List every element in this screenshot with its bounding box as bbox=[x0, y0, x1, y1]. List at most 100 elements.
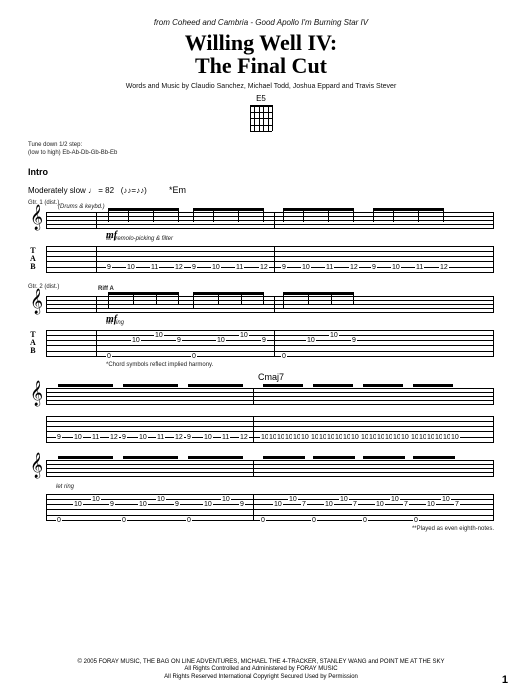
fret: 12 bbox=[174, 264, 184, 271]
page-title: Willing Well IV: The Final Cut bbox=[28, 31, 494, 77]
fret: 12 bbox=[109, 434, 119, 441]
tuning-info: Tune down 1/2 step: (low to high) Eb-Ab-… bbox=[28, 142, 494, 158]
source-artist: Coheed and Cambria bbox=[172, 18, 248, 27]
fret: 10 bbox=[300, 434, 310, 441]
notation-staff-gtr1: (Drums & keybd.) 𝄞 mf bbox=[28, 206, 494, 236]
notation-staff-gtr2-2: 𝄞 bbox=[28, 454, 494, 484]
treble-clef-icon: 𝄞 bbox=[30, 206, 43, 228]
copyright-line-2: All Rights Controlled and Administered b… bbox=[28, 666, 494, 674]
staff-system-1-gtr2: Gtr. 2 (dist.) Riff A 𝄞 mf let ring TAB bbox=[28, 284, 494, 368]
title-line-1: Willing Well IV: bbox=[185, 30, 337, 55]
fret: 10 bbox=[73, 434, 83, 441]
chord-diagram bbox=[250, 105, 272, 131]
fret: 10 bbox=[138, 501, 148, 508]
fret: 10 bbox=[239, 332, 249, 339]
intro-header: Intro Moderately slow ♩ = 82 (♪♪=♪♪) *Em bbox=[28, 162, 494, 198]
fret: 7 bbox=[352, 501, 358, 508]
fret: 10 bbox=[339, 496, 349, 503]
fret: 11 bbox=[221, 434, 230, 441]
section-label: Intro bbox=[28, 167, 48, 177]
fret: 11 bbox=[91, 434, 100, 441]
footnote-1: *Chord symbols reflect implied harmony. bbox=[106, 362, 494, 368]
fret: 10 bbox=[441, 496, 451, 503]
fret: 11 bbox=[156, 434, 165, 441]
fret: 0 bbox=[281, 353, 287, 360]
chord-name: E5 bbox=[28, 94, 494, 103]
fret: 10 bbox=[91, 496, 101, 503]
fret: 11 bbox=[325, 264, 334, 271]
gtr1-technique: w/ tremolo-picking & filter bbox=[106, 236, 494, 242]
fret: 0 bbox=[260, 517, 266, 524]
fret: 7 bbox=[403, 501, 409, 508]
fret: 10 bbox=[131, 337, 141, 344]
tab-label-icon: TAB bbox=[30, 247, 36, 271]
fret: 9 bbox=[239, 501, 245, 508]
fret: 0 bbox=[191, 353, 197, 360]
fret: 9 bbox=[281, 264, 287, 271]
fret: 9 bbox=[191, 264, 197, 271]
source-album: Good Apollo I'm Burning Star IV bbox=[255, 18, 368, 27]
fret: 11 bbox=[235, 264, 244, 271]
fret: 9 bbox=[56, 434, 62, 441]
footnote-2: **Played as even eighth-notes. bbox=[28, 526, 494, 532]
staff-system-2-gtr1: Cmaj7 𝄞 9 10 11 12 9 bbox=[28, 382, 494, 446]
fret: 0 bbox=[106, 353, 112, 360]
treble-clef-icon: 𝄞 bbox=[30, 382, 43, 404]
fret: 0 bbox=[56, 517, 62, 524]
chord-reference: E5 bbox=[28, 94, 494, 136]
fret: 10 bbox=[324, 501, 334, 508]
fret: 10 bbox=[203, 434, 213, 441]
fret: 11 bbox=[150, 264, 159, 271]
fret: 0 bbox=[362, 517, 368, 524]
fret: 10 bbox=[154, 332, 164, 339]
fret: 10 bbox=[126, 264, 136, 271]
fret: 9 bbox=[371, 264, 377, 271]
fret: 9 bbox=[261, 337, 267, 344]
key-chord: *Em bbox=[169, 185, 186, 195]
fret: 10 bbox=[306, 337, 316, 344]
fret: 10 bbox=[216, 337, 226, 344]
bpm: ♩ = 82 bbox=[88, 186, 114, 195]
sheet-music-page: from Coheed and Cambria - Good Apollo I'… bbox=[0, 0, 522, 696]
fret: 10 bbox=[138, 434, 148, 441]
fret: 9 bbox=[174, 501, 180, 508]
source-prefix: from bbox=[154, 18, 172, 27]
copyright-line-3: All Rights Reserved International Copyri… bbox=[28, 674, 494, 682]
fret: 9 bbox=[109, 501, 115, 508]
fret: 12 bbox=[349, 264, 359, 271]
fret: 0 bbox=[311, 517, 317, 524]
fret: 10 bbox=[211, 264, 221, 271]
fret: 0 bbox=[121, 517, 127, 524]
dynamic-mf: mf bbox=[106, 230, 117, 241]
fret: 12 bbox=[259, 264, 269, 271]
tempo-text: Moderately slow bbox=[28, 186, 86, 195]
tuning-line-2: (low to high) Eb-Ab-Db-Gb-Bb-Eb bbox=[28, 150, 494, 158]
fret: 0 bbox=[413, 517, 419, 524]
copyright-block: © 2005 FORAY MUSIC, THE BAG ON LINE ADVE… bbox=[28, 659, 494, 682]
tab-staff-gtr2: TAB 0 10 10 9 0 10 10 9 0 10 10 9 bbox=[28, 328, 494, 360]
swing-feel: (♪♪=♪♪) bbox=[121, 186, 147, 195]
staff-system-2-gtr2: 𝄞 let ring 0 10 10 9 0 bbox=[28, 454, 494, 532]
fret: 10 bbox=[390, 496, 400, 503]
treble-clef-icon: 𝄞 bbox=[30, 454, 43, 476]
notation-staff-gtr2: Riff A 𝄞 mf bbox=[28, 290, 494, 320]
fret: 10 bbox=[329, 332, 339, 339]
fret: 7 bbox=[301, 501, 307, 508]
page-number: 1 bbox=[502, 674, 508, 686]
fret: 10 bbox=[400, 434, 410, 441]
staff-system-1-gtr1: Gtr. 1 (dist.) (Drums & keybd.) 𝄞 mf w/ … bbox=[28, 200, 494, 276]
fret: 9 bbox=[121, 434, 127, 441]
fret: 11 bbox=[415, 264, 424, 271]
fret: 10 bbox=[221, 496, 231, 503]
fret: 12 bbox=[239, 434, 249, 441]
tab-staff-gtr1: TAB 9 10 11 12 9 10 11 12 9 10 11 12 9 1… bbox=[28, 244, 494, 276]
fret: 10 bbox=[391, 264, 401, 271]
fret: 10 bbox=[350, 434, 360, 441]
fret: 10 bbox=[288, 496, 298, 503]
fret: 10 bbox=[73, 501, 83, 508]
fret: 9 bbox=[176, 337, 182, 344]
fret: 9 bbox=[351, 337, 357, 344]
fret: 10 bbox=[426, 501, 436, 508]
fret: 12 bbox=[174, 434, 184, 441]
fret: 0 bbox=[186, 517, 192, 524]
